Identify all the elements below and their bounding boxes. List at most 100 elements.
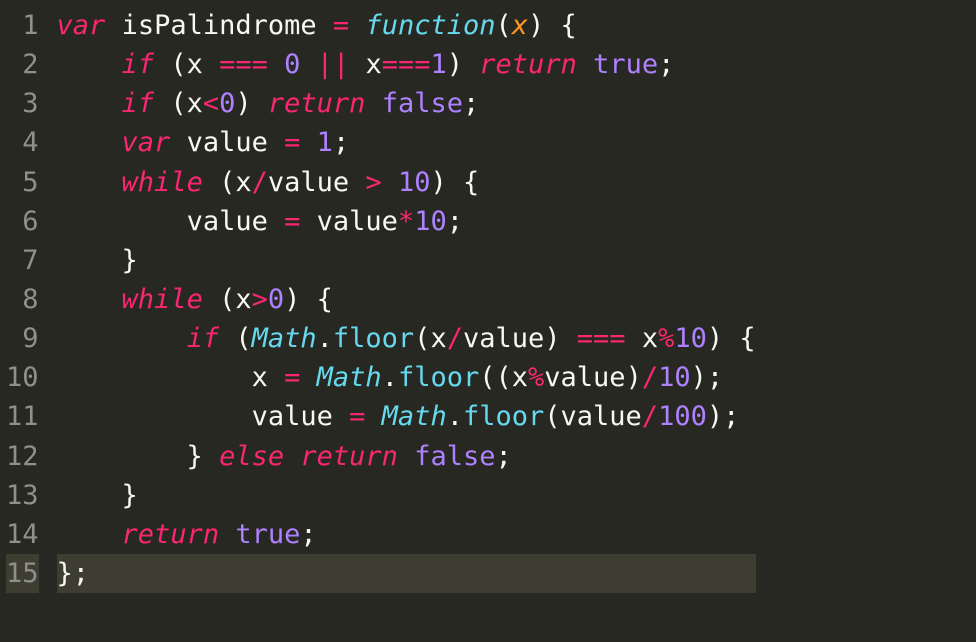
code-line[interactable]: while (x/value > 10) { — [57, 163, 756, 202]
code-line[interactable]: } else return false; — [57, 437, 756, 476]
line-number: 13 — [6, 476, 39, 515]
token-cls: Math — [382, 401, 447, 432]
token-pn — [57, 88, 122, 119]
token-op: = — [284, 362, 300, 393]
token-op: = — [333, 10, 349, 41]
token-num: 0 — [268, 284, 284, 315]
line-number: 3 — [6, 84, 39, 123]
token-op: * — [398, 206, 414, 237]
token-pn: }; — [57, 558, 90, 589]
token-bool: true — [235, 519, 300, 550]
token-kw: while — [122, 284, 203, 315]
token-id: value — [317, 206, 398, 237]
code-line[interactable]: var isPalindrome = function(x) { — [57, 6, 756, 45]
token-op: = — [349, 401, 365, 432]
token-kw: if — [122, 49, 155, 80]
token-pn: ) { — [707, 323, 756, 354]
token-pn: . — [447, 401, 463, 432]
token-op: > — [252, 284, 268, 315]
token-pn — [57, 206, 187, 237]
token-pn — [268, 49, 284, 80]
token-pn — [57, 519, 122, 550]
token-id: x — [430, 323, 446, 354]
token-pn: ) — [544, 323, 577, 354]
token-cls: Math — [317, 362, 382, 393]
token-pn: ) — [447, 49, 480, 80]
token-op: < — [203, 88, 219, 119]
token-op: / — [252, 167, 268, 198]
code-line[interactable]: value = value*10; — [57, 202, 756, 241]
token-cls: function — [365, 10, 495, 41]
token-pn — [284, 441, 300, 472]
token-pn — [57, 401, 252, 432]
token-num: 10 — [658, 362, 691, 393]
token-id: x — [187, 49, 203, 80]
token-num: 10 — [414, 206, 447, 237]
token-pn: } — [57, 245, 138, 276]
token-pn — [57, 284, 122, 315]
token-pn — [349, 10, 365, 41]
token-pn: ; — [447, 206, 463, 237]
code-line[interactable]: value = Math.floor(value/100); — [57, 397, 756, 436]
token-cls: Math — [252, 323, 317, 354]
code-line[interactable]: x = Math.floor((x%value)/10); — [57, 358, 756, 397]
token-id: value — [268, 167, 349, 198]
code-line[interactable]: if (Math.floor(x/value) === x%10) { — [57, 319, 756, 358]
token-id: x — [235, 167, 251, 198]
code-line[interactable]: } — [57, 476, 756, 515]
token-id: x — [365, 49, 381, 80]
code-line[interactable]: var value = 1; — [57, 123, 756, 162]
token-pn — [57, 167, 122, 198]
line-number: 11 — [6, 397, 39, 436]
token-pn: ; — [658, 49, 674, 80]
token-pn: ) { — [430, 167, 479, 198]
code-line[interactable]: if (x<0) return false; — [57, 84, 756, 123]
token-call: floor — [463, 401, 544, 432]
token-pn — [317, 10, 333, 41]
token-pn — [300, 127, 316, 158]
token-op: === — [382, 49, 431, 80]
token-op: === — [219, 49, 268, 80]
line-number: 8 — [6, 280, 39, 319]
token-pn: . — [317, 323, 333, 354]
code-editor[interactable]: 123456789101112131415 var isPalindrome =… — [0, 0, 976, 599]
code-line[interactable]: }; — [57, 554, 756, 593]
token-kw: if — [122, 88, 155, 119]
token-pn: ; — [300, 519, 316, 550]
token-pn: ; — [333, 127, 349, 158]
token-pn: (( — [479, 362, 512, 393]
token-op: === — [577, 323, 626, 354]
token-kw: var — [122, 127, 171, 158]
code-line[interactable]: } — [57, 241, 756, 280]
token-kw: else — [219, 441, 284, 472]
token-pn — [57, 127, 122, 158]
token-num: 10 — [398, 167, 431, 198]
line-number: 4 — [6, 123, 39, 162]
line-number: 9 — [6, 319, 39, 358]
token-pn: ( — [203, 167, 236, 198]
token-id: isPalindrome — [122, 10, 317, 41]
token-bool: false — [414, 441, 495, 472]
token-pn: ( — [154, 88, 187, 119]
token-pn — [300, 362, 316, 393]
code-line[interactable]: while (x>0) { — [57, 280, 756, 319]
token-pn — [300, 49, 316, 80]
token-pn: ) { — [284, 284, 333, 315]
token-call: floor — [333, 323, 414, 354]
token-kw: while — [122, 167, 203, 198]
token-id: value — [252, 401, 333, 432]
line-number: 7 — [6, 241, 39, 280]
token-id: x — [642, 323, 658, 354]
code-line[interactable]: return true; — [57, 515, 756, 554]
token-kw: var — [57, 10, 106, 41]
token-pn: ( — [219, 323, 252, 354]
token-pn: ) { — [528, 10, 577, 41]
code-area[interactable]: var isPalindrome = function(x) { if (x =… — [49, 0, 756, 599]
token-pn — [349, 167, 365, 198]
line-number: 15 — [6, 554, 39, 593]
token-op: / — [642, 362, 658, 393]
token-num: 0 — [219, 88, 235, 119]
code-line[interactable]: if (x === 0 || x===1) return true; — [57, 45, 756, 84]
token-pn: ( — [544, 401, 560, 432]
token-pn — [203, 49, 219, 80]
